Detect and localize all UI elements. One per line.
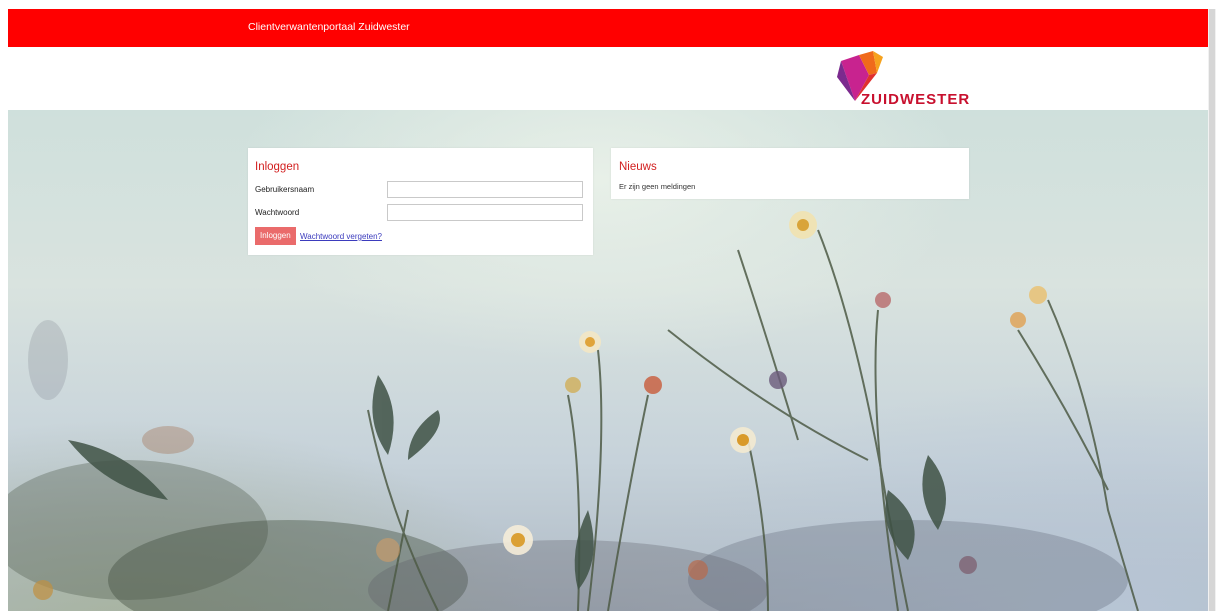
scrollbar-thumb[interactable] (1209, 9, 1215, 611)
login-title: Inloggen (255, 161, 300, 173)
zuidwester-logo[interactable]: ZUIDWESTER (833, 51, 973, 109)
news-title: Nieuws (619, 161, 657, 173)
password-input[interactable] (387, 204, 583, 221)
news-panel: Nieuws Er zijn geen meldingen (611, 148, 969, 199)
top-header-bar: Clientverwantenportaal Zuidwester (8, 9, 1208, 47)
username-input[interactable] (387, 181, 583, 198)
page: Clientverwantenportaal Zuidwester ZUIDWE… (0, 0, 1216, 611)
background-photo (8, 110, 1208, 611)
username-label: Gebruikersnaam (255, 185, 315, 194)
portal-title: Clientverwantenportaal Zuidwester (248, 21, 410, 33)
login-button[interactable]: Inloggen (255, 227, 296, 245)
logo-wordmark: ZUIDWESTER (861, 91, 971, 108)
page-scrollbar[interactable] (1208, 9, 1216, 611)
login-panel: Inloggen Gebruikersnaam Wachtwoord Inlog… (248, 148, 593, 255)
logo-band: ZUIDWESTER (8, 47, 1208, 110)
news-message: Er zijn geen meldingen (619, 182, 696, 191)
forgot-password-link[interactable]: Wachtwoord vergeten? (300, 232, 382, 241)
wildflowers-illustration (8, 211, 1139, 611)
password-label: Wachtwoord (255, 208, 300, 217)
